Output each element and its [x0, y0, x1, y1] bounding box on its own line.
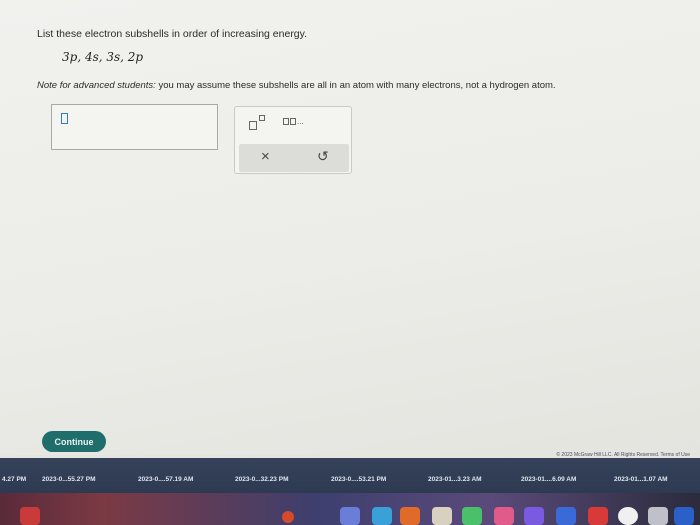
dock	[0, 493, 700, 525]
app-icon[interactable]	[462, 507, 482, 525]
advanced-note: Note for advanced students: you may assu…	[37, 80, 556, 91]
ellipsis-icon: ...	[297, 117, 304, 126]
app-icon[interactable]	[494, 507, 514, 525]
note-text: you may assume these subshells are all i…	[155, 80, 556, 91]
input-cursor-icon	[61, 113, 68, 124]
app-icon[interactable]	[524, 507, 544, 525]
screenshot-item[interactable]: 2023-01...3.23 AM	[428, 476, 482, 483]
screenshot-taskbar: 4.27 PM 2023-0...55.27 PM 2023-0....57.1…	[0, 458, 700, 493]
app-icon[interactable]	[648, 507, 668, 525]
app-icon[interactable]	[340, 507, 360, 525]
screenshot-item[interactable]: 2023-01....6.09 AM	[521, 476, 576, 483]
clear-button[interactable]: ×	[261, 148, 270, 165]
question-prompt: List these electron subshells in order o…	[37, 28, 308, 40]
action-bar: × ↺	[239, 144, 349, 172]
app-icon[interactable]	[372, 507, 392, 525]
sequence-button[interactable]: ...	[283, 117, 313, 131]
app-icon[interactable]	[282, 511, 294, 523]
superscript-small-box-icon	[259, 115, 265, 121]
sequence-boxes-icon	[283, 118, 289, 125]
subshell-list: 3p, 4s, 3s, 2p	[62, 50, 144, 64]
app-icon[interactable]	[674, 507, 694, 525]
screenshot-item[interactable]: 2023-0....57.19 AM	[138, 476, 193, 483]
question-page: List these electron subshells in order o…	[0, 0, 700, 455]
screenshot-item[interactable]: 2023-0...55.27 PM	[42, 476, 95, 483]
undo-button[interactable]: ↺	[317, 148, 329, 165]
continue-button[interactable]: Continue	[42, 431, 106, 452]
answer-toolbar: ... × ↺	[234, 106, 352, 174]
superscript-button[interactable]	[249, 115, 269, 131]
note-lead: Note for advanced students:	[37, 80, 156, 91]
screenshot-item[interactable]: 2023-01...1.07 AM	[614, 476, 668, 483]
superscript-box-icon	[249, 121, 257, 130]
app-icon[interactable]	[588, 507, 608, 525]
screenshot-item[interactable]: 4.27 PM	[2, 476, 26, 483]
screenshot-item[interactable]: 2023-0...32.23 PM	[235, 476, 288, 483]
app-icon[interactable]	[20, 507, 40, 525]
answer-input[interactable]	[51, 104, 218, 150]
app-icon[interactable]	[432, 507, 452, 525]
app-icon[interactable]	[400, 507, 420, 525]
screenshot-item[interactable]: 2023-0....53.21 PM	[331, 476, 386, 483]
app-icon[interactable]	[618, 507, 638, 525]
sequence-box-icon	[290, 118, 296, 125]
app-icon[interactable]	[556, 507, 576, 525]
